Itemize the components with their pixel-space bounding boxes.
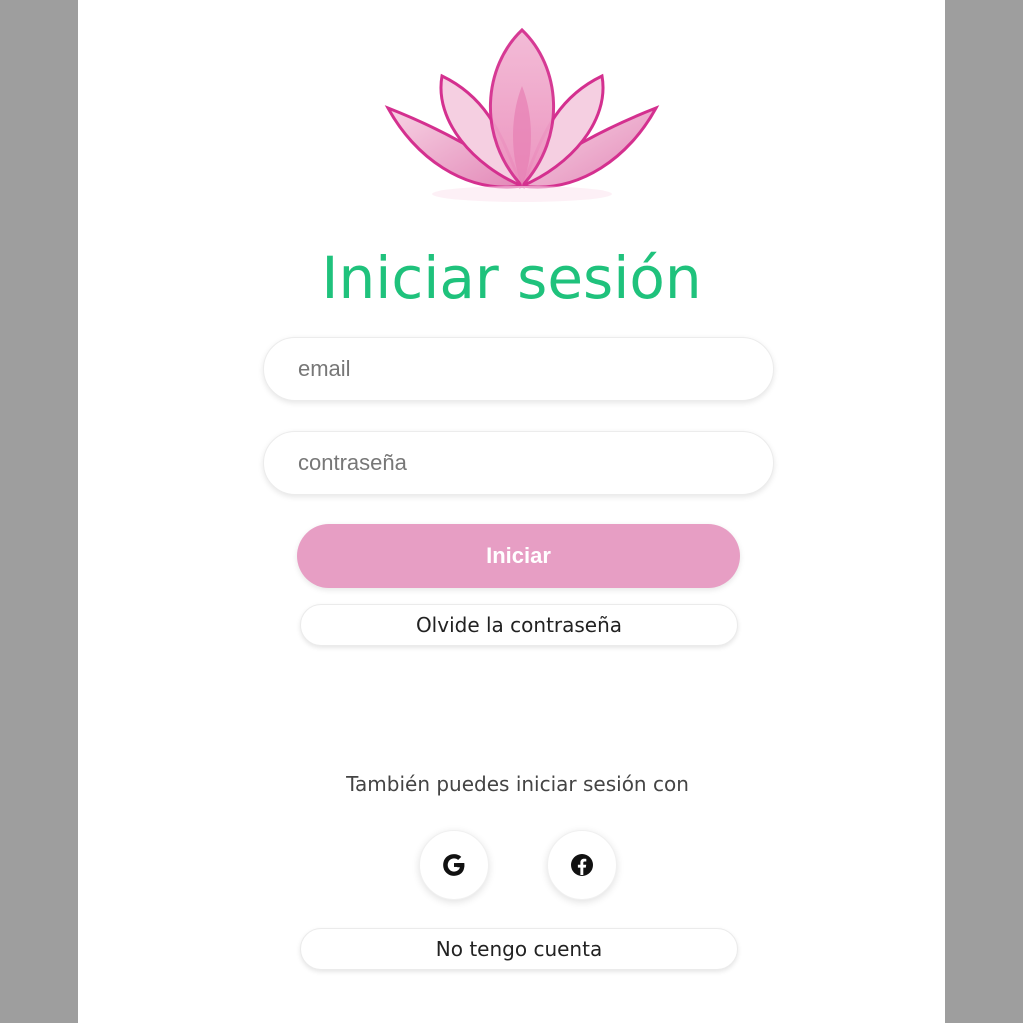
page-title: Iniciar sesión <box>321 244 702 312</box>
facebook-login-button[interactable] <box>547 830 617 900</box>
forgot-password-button[interactable]: Olvide la contraseña <box>300 604 738 646</box>
social-login-prompt: También puedes iniciar sesión con <box>346 772 689 796</box>
lotus-icon <box>384 27 660 202</box>
register-button[interactable]: No tengo cuenta <box>300 928 738 970</box>
facebook-icon <box>571 854 593 876</box>
google-login-button[interactable] <box>419 830 489 900</box>
google-icon <box>443 854 465 876</box>
password-field[interactable] <box>263 431 774 495</box>
login-button[interactable]: Iniciar <box>297 524 740 588</box>
email-field[interactable] <box>263 337 774 401</box>
